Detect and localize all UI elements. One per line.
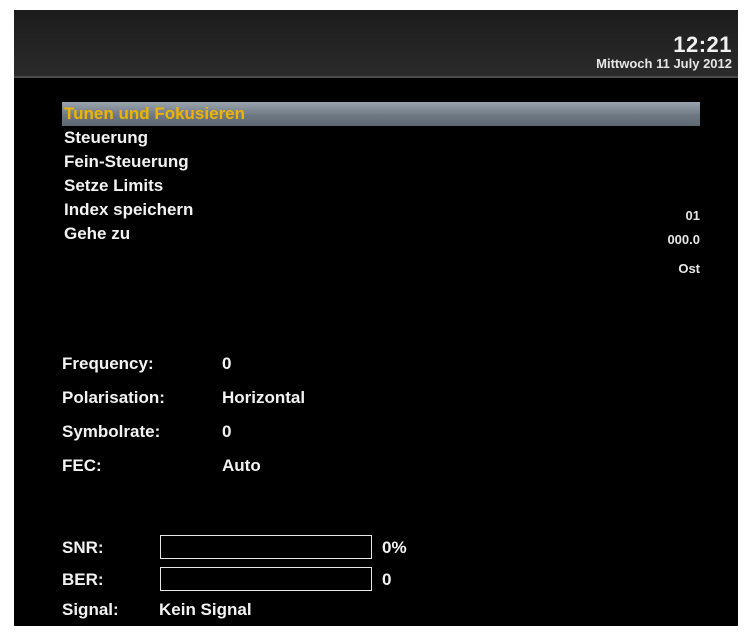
menu-item-gehe-zu[interactable]: Gehe zu — [62, 222, 700, 246]
polarisation-value: Horizontal — [222, 388, 306, 407]
date-display: Mittwoch 11 July 2012 — [596, 56, 732, 71]
tv-screen: 12:21 Mittwoch 11 July 2012 Tunen und Fo… — [14, 10, 738, 626]
snr-meter — [160, 535, 372, 559]
symbolrate-label: Symbolrate: — [62, 422, 161, 441]
frequency-label: Frequency: — [62, 354, 154, 373]
menu-item-index-speichern[interactable]: Index speichern — [62, 198, 700, 222]
menu-item-setze-limits[interactable]: Setze Limits — [62, 174, 700, 198]
polarisation-label: Polarisation: — [62, 388, 165, 407]
symbolrate-value: 0 — [222, 422, 232, 441]
fec-label: FEC: — [62, 456, 102, 475]
signal-label: Signal: — [62, 600, 119, 619]
positioner-menu: Tunen und Fokusieren Steuerung Fein-Steu… — [62, 102, 700, 246]
menu-item-steuerung[interactable]: Steuerung — [62, 126, 700, 150]
fec-value: Auto — [222, 456, 261, 475]
position-value: 000.0 — [667, 232, 700, 247]
menu-item-fein-steuerung[interactable]: Fein-Steuerung — [62, 150, 700, 174]
signal-status: Kein Signal — [159, 600, 252, 619]
direction-value: Ost — [678, 261, 700, 276]
index-value: 01 — [685, 208, 700, 223]
menu-item-tunen-und-fokusieren[interactable]: Tunen und Fokusieren — [62, 102, 700, 126]
frequency-value: 0 — [222, 354, 232, 373]
ber-value: 0 — [382, 570, 392, 589]
snr-label: SNR: — [62, 538, 104, 557]
snr-value: 0% — [382, 538, 407, 557]
ber-label: BER: — [62, 570, 104, 589]
ber-meter — [160, 567, 372, 591]
header-bar: 12:21 Mittwoch 11 July 2012 — [14, 10, 738, 78]
clock: 12:21 — [673, 32, 732, 57]
